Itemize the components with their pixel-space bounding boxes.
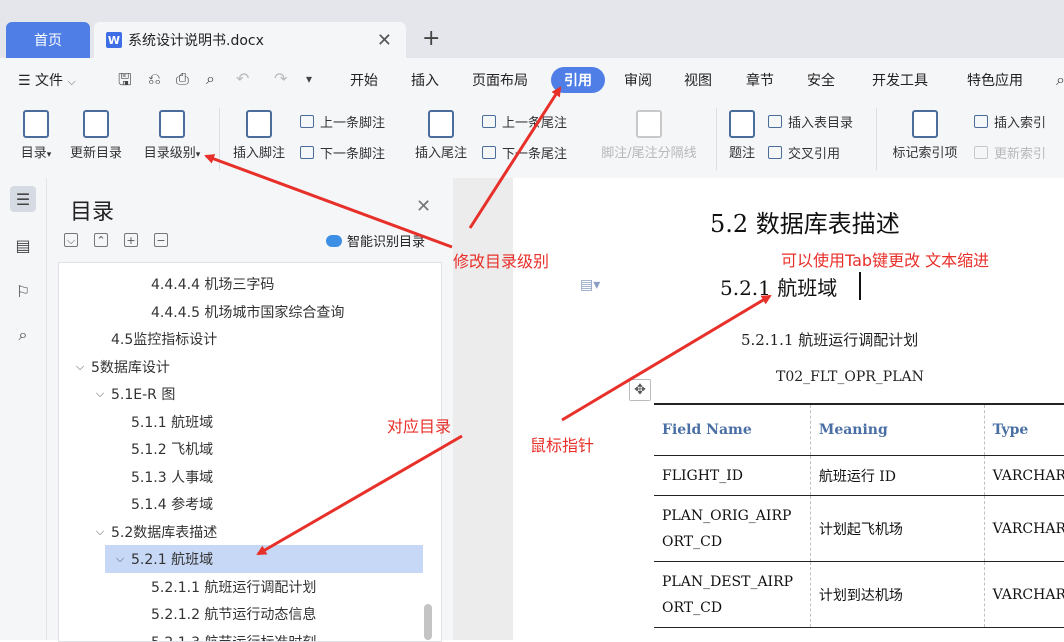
annotation-matching-toc: 对应目录 [387,413,451,437]
arrow-to-heading [562,296,770,420]
arrow-to-toc-entry [258,436,462,554]
annotation-modify-level: 修改目录级别 [453,248,549,272]
annotation-mouse-pointer: 鼠标指针 [530,432,594,456]
arrow-to-references-tab [470,88,560,228]
annotation-arrows [0,0,1064,640]
arrow-to-toc-level [206,156,452,247]
annotation-tab-hint: 可以使用Tab键更改 文本缩进 [781,247,989,271]
